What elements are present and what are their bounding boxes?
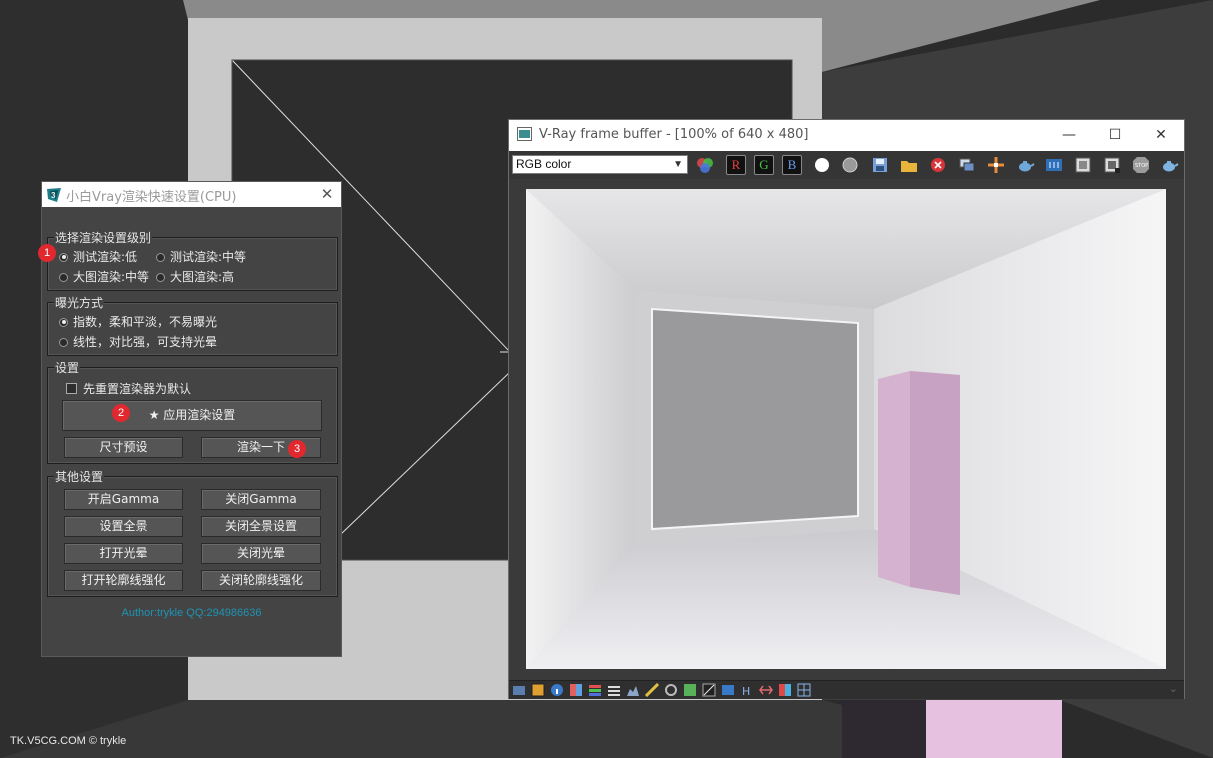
exposure-label: 曝光方式 [54,296,105,310]
outline-on-button[interactable]: 打开轮廓线强化 [64,570,183,591]
rendered-image[interactable] [526,189,1166,669]
checkbox-box [66,383,77,394]
radio-label: 指数，柔和平淡，不易曝光 [73,315,218,329]
3dsmax-logo-icon: 3 [47,188,61,202]
radio-test-low[interactable]: 测试渲染:低 [59,250,137,264]
green-channel-button[interactable]: G [754,155,774,175]
curves-icon[interactable] [588,683,602,697]
hdr-icon[interactable]: H [740,683,754,697]
blue-channel-button[interactable]: B [782,155,802,175]
radio-exposure-linear[interactable]: 线性，对比强，可支持光晕 [59,335,217,349]
radio-dot [156,252,165,262]
other-settings-label: 其他设置 [54,470,105,484]
svg-text:STOP: STOP [1135,163,1148,169]
double-chevron-down-icon[interactable]: ⌄ [1169,682,1178,695]
alpha-white-icon[interactable] [812,155,832,175]
close-icon[interactable]: ✕ [1138,120,1184,151]
channel-select[interactable]: RGB color ▼ [512,155,688,174]
radio-test-medium[interactable]: 测试渲染:中等 [156,250,246,264]
radio-exposure-exponential[interactable]: 指数，柔和平淡，不易曝光 [59,315,217,329]
stop-render-icon[interactable]: STOP [1131,155,1151,175]
radio-label: 测试渲染:中等 [170,250,247,264]
rgb-channels-icon[interactable] [695,155,715,175]
size-preset-button[interactable]: 尺寸预设 [64,437,183,458]
minimize-icon[interactable]: — [1046,120,1092,151]
watermark-text: TK.V5CG.COM © trykle [10,735,127,747]
compare-icon[interactable] [759,683,773,697]
copy-to-framebuffer-icon[interactable] [957,155,977,175]
vfb-titlebar[interactable]: V-Ray frame buffer - [100% of 640 x 480]… [509,120,1184,151]
radio-label: 测试渲染:低 [73,250,138,264]
save-icon[interactable] [870,155,890,175]
lens-effects-icon[interactable] [1044,155,1064,175]
radio-label: 大图渲染:高 [170,270,235,284]
dialog-title: 小白Vray渲染快速设置(CPU) [66,190,237,205]
track-mouse-icon[interactable] [986,155,1006,175]
gamma-off-button[interactable]: 关闭Gamma [201,489,321,510]
histogram-icon[interactable] [626,683,640,697]
radio-dot [59,337,68,347]
open-folder-icon[interactable] [899,155,919,175]
panorama-on-button[interactable]: 设置全景 [64,516,183,537]
history-a-icon[interactable] [1073,155,1093,175]
info-icon[interactable] [550,683,564,697]
balance-icon[interactable] [607,683,621,697]
panorama-off-button[interactable]: 关闭全景设置 [201,516,321,537]
radio-label: 线性，对比强，可支持光晕 [73,335,218,349]
history-b-icon[interactable] [1102,155,1122,175]
outline-off-button[interactable]: 关闭轮廓线强化 [201,570,321,591]
radio-dot-selected [59,317,68,327]
step-badge-2: 2 [112,404,130,422]
settings-grid-icon[interactable] [797,683,811,697]
radio-dot [59,272,68,282]
color-corrections-icon[interactable] [512,683,526,697]
teapot-region-icon[interactable] [1015,155,1035,175]
svg-text:3: 3 [51,191,56,200]
monochrome-icon[interactable] [840,155,860,175]
svg-text:H: H [742,685,750,697]
reset-renderer-checkbox[interactable]: 先重置渲染器为默认 [66,380,191,397]
checkbox-label: 先重置渲染器为默认 [83,382,192,396]
clear-image-icon[interactable] [928,155,948,175]
vray-frame-buffer-window: V-Ray frame buffer - [100% of 640 x 480]… [508,119,1185,699]
red-channel-button[interactable]: R [726,155,746,175]
radio-dot [156,272,165,282]
render-teapot-icon[interactable] [1159,155,1179,175]
split-view-icon[interactable] [778,683,792,697]
icc-icon[interactable] [721,683,735,697]
radio-dot-selected [59,252,68,262]
gradient-icon[interactable] [645,683,659,697]
step-badge-3: 3 [288,440,306,458]
author-credit: Author:trykle QQ:294986636 [121,607,262,619]
levels-icon[interactable] [569,683,583,697]
radio-final-high[interactable]: 大图渲染:高 [156,270,234,284]
radio-final-medium[interactable]: 大图渲染:中等 [59,270,149,284]
pixel-info-icon[interactable] [531,683,545,697]
render-level-label: 选择渲染设置级别 [54,231,153,245]
glare-off-button[interactable]: 关闭光晕 [201,543,321,564]
exposure-icon[interactable] [664,683,678,697]
apply-render-settings-button[interactable]: ★ 应用渲染设置 [62,400,322,431]
chevron-down-icon: ▼ [673,159,683,170]
step-badge-1: 1 [38,244,56,262]
lut-icon[interactable] [683,683,697,697]
radio-label: 大图渲染:中等 [73,270,150,284]
channel-select-value: RGB color [516,157,572,171]
glare-on-button[interactable]: 打开光晕 [64,543,183,564]
gamma-on-button[interactable]: 开启Gamma [64,489,183,510]
dialog-close-icon[interactable]: ✕ [318,185,336,203]
vray-quick-settings-dialog: 3 小白Vray渲染快速设置(CPU) ✕ 选择渲染设置级别 测试渲染:低 测试… [38,181,342,657]
frame-buffer-icon [517,127,532,141]
vfb-title: V-Ray frame buffer - [100% of 640 x 480] [539,127,809,142]
maximize-icon[interactable]: ☐ [1092,120,1138,151]
ocio-icon[interactable] [702,683,716,697]
vfb-toolbar: RGB color ▼ R G B STOP [509,151,1184,179]
dialog-titlebar[interactable]: 3 小白Vray渲染快速设置(CPU) ✕ [42,182,341,207]
vfb-bottom-toolbar: H ⌄ [509,680,1184,699]
settings-label: 设置 [54,361,81,375]
